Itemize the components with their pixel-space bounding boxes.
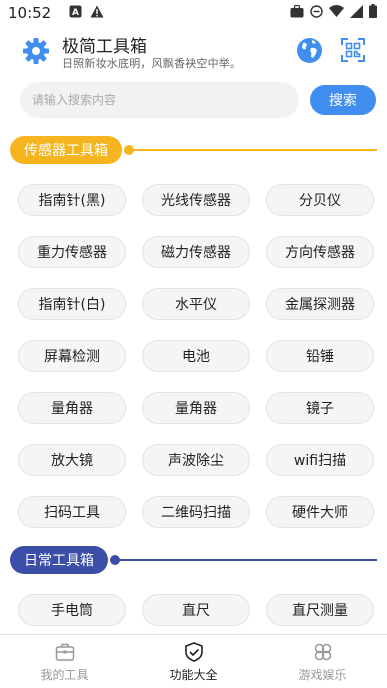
app-header: 极简工具箱 日照新妆水底明，风飘香袂空中举。 (0, 28, 387, 76)
tool-chip[interactable]: 手电筒 (18, 594, 126, 626)
tool-chip[interactable]: 分贝仪 (266, 184, 374, 216)
tool-chip[interactable]: 水平仪 (142, 288, 250, 320)
tab-games[interactable]: 游戏娱乐 (258, 635, 387, 688)
tool-chip[interactable]: 指南针(白) (18, 288, 126, 320)
status-bar: 10:52 A (0, 0, 387, 26)
warning-icon (90, 5, 104, 22)
tab-label: 我的工具 (40, 667, 89, 682)
signal-icon (350, 4, 363, 22)
svg-text:A: A (72, 8, 79, 18)
status-time: 10:52 (8, 4, 52, 22)
tool-chip[interactable]: 金属探测器 (266, 288, 374, 320)
sensor-tools-grid: 指南针(黑) 光线传感器 分贝仪重力传感器 磁力传感器 方向传感器指南针(白) 水平仪 金属… (18, 184, 374, 528)
tool-chip[interactable]: 电池 (142, 340, 250, 372)
toolbox-icon (55, 643, 74, 661)
tool-chip[interactable]: 光线传感器 (142, 184, 250, 216)
tool-chip[interactable]: 量角器 (142, 392, 250, 424)
tool-chip[interactable]: 铅锤 (266, 340, 374, 372)
tool-chip[interactable]: 重力传感器 (18, 236, 126, 268)
tool-chip[interactable]: 指南针(黑) (18, 184, 126, 216)
search-bar (20, 82, 299, 118)
daily-tools-grid: 手电筒 直尺 直尺测量 (18, 594, 374, 626)
tool-chip[interactable]: 硬件大师 (266, 496, 374, 528)
sensor-section-title: 传感器工具箱 (10, 136, 122, 164)
tool-chip[interactable]: 磁力传感器 (142, 236, 250, 268)
tool-chip[interactable]: 放大镜 (18, 444, 126, 476)
tool-chip[interactable]: 方向传感器 (266, 236, 374, 268)
sensor-section-dot (124, 145, 134, 155)
daily-section-dot (110, 555, 120, 565)
daily-section-header: 日常工具箱 (10, 546, 377, 574)
battery-icon (369, 4, 377, 22)
tool-chip[interactable]: 直尺测量 (266, 594, 374, 626)
sensor-section-header: 传感器工具箱 (10, 136, 377, 164)
scan-icon[interactable] (341, 38, 365, 62)
app-subtitle: 日照新妆水底明，风飘香袂空中举。 (62, 57, 242, 70)
tool-chip[interactable]: 直尺 (142, 594, 250, 626)
tool-chip[interactable]: 二维码扫描 (142, 496, 250, 528)
tool-chip[interactable]: 量角器 (18, 392, 126, 424)
shield-check-icon (184, 641, 203, 662)
wifi-icon (329, 5, 344, 21)
gear-icon[interactable] (22, 37, 50, 65)
tool-chip[interactable]: 镜子 (266, 392, 374, 424)
search-button[interactable]: 搜索 (310, 85, 376, 115)
briefcase-icon (290, 4, 304, 22)
dnd-icon (310, 4, 323, 22)
sensor-section-divider (128, 149, 377, 151)
app-title: 极简工具箱 (62, 37, 147, 57)
tab-label: 功能大全 (169, 667, 218, 682)
tab-my-tools[interactable]: 我的工具 (0, 635, 129, 688)
globe-icon[interactable] (296, 37, 323, 64)
daily-section-divider (114, 559, 377, 561)
tool-chip[interactable]: 屏幕检测 (18, 340, 126, 372)
search-input[interactable] (20, 82, 299, 118)
bottom-tab-bar: 我的工具 功能大全 游戏娱乐 (0, 634, 387, 688)
tab-all-functions[interactable]: 功能大全 (129, 635, 258, 688)
clover-icon (314, 643, 331, 660)
tab-label: 游戏娱乐 (298, 667, 347, 682)
tool-chip[interactable]: wifi扫描 (266, 444, 374, 476)
a-icon: A (69, 5, 82, 22)
daily-section-title: 日常工具箱 (10, 546, 108, 574)
tool-chip[interactable]: 声波除尘 (142, 444, 250, 476)
tool-chip[interactable]: 扫码工具 (18, 496, 126, 528)
